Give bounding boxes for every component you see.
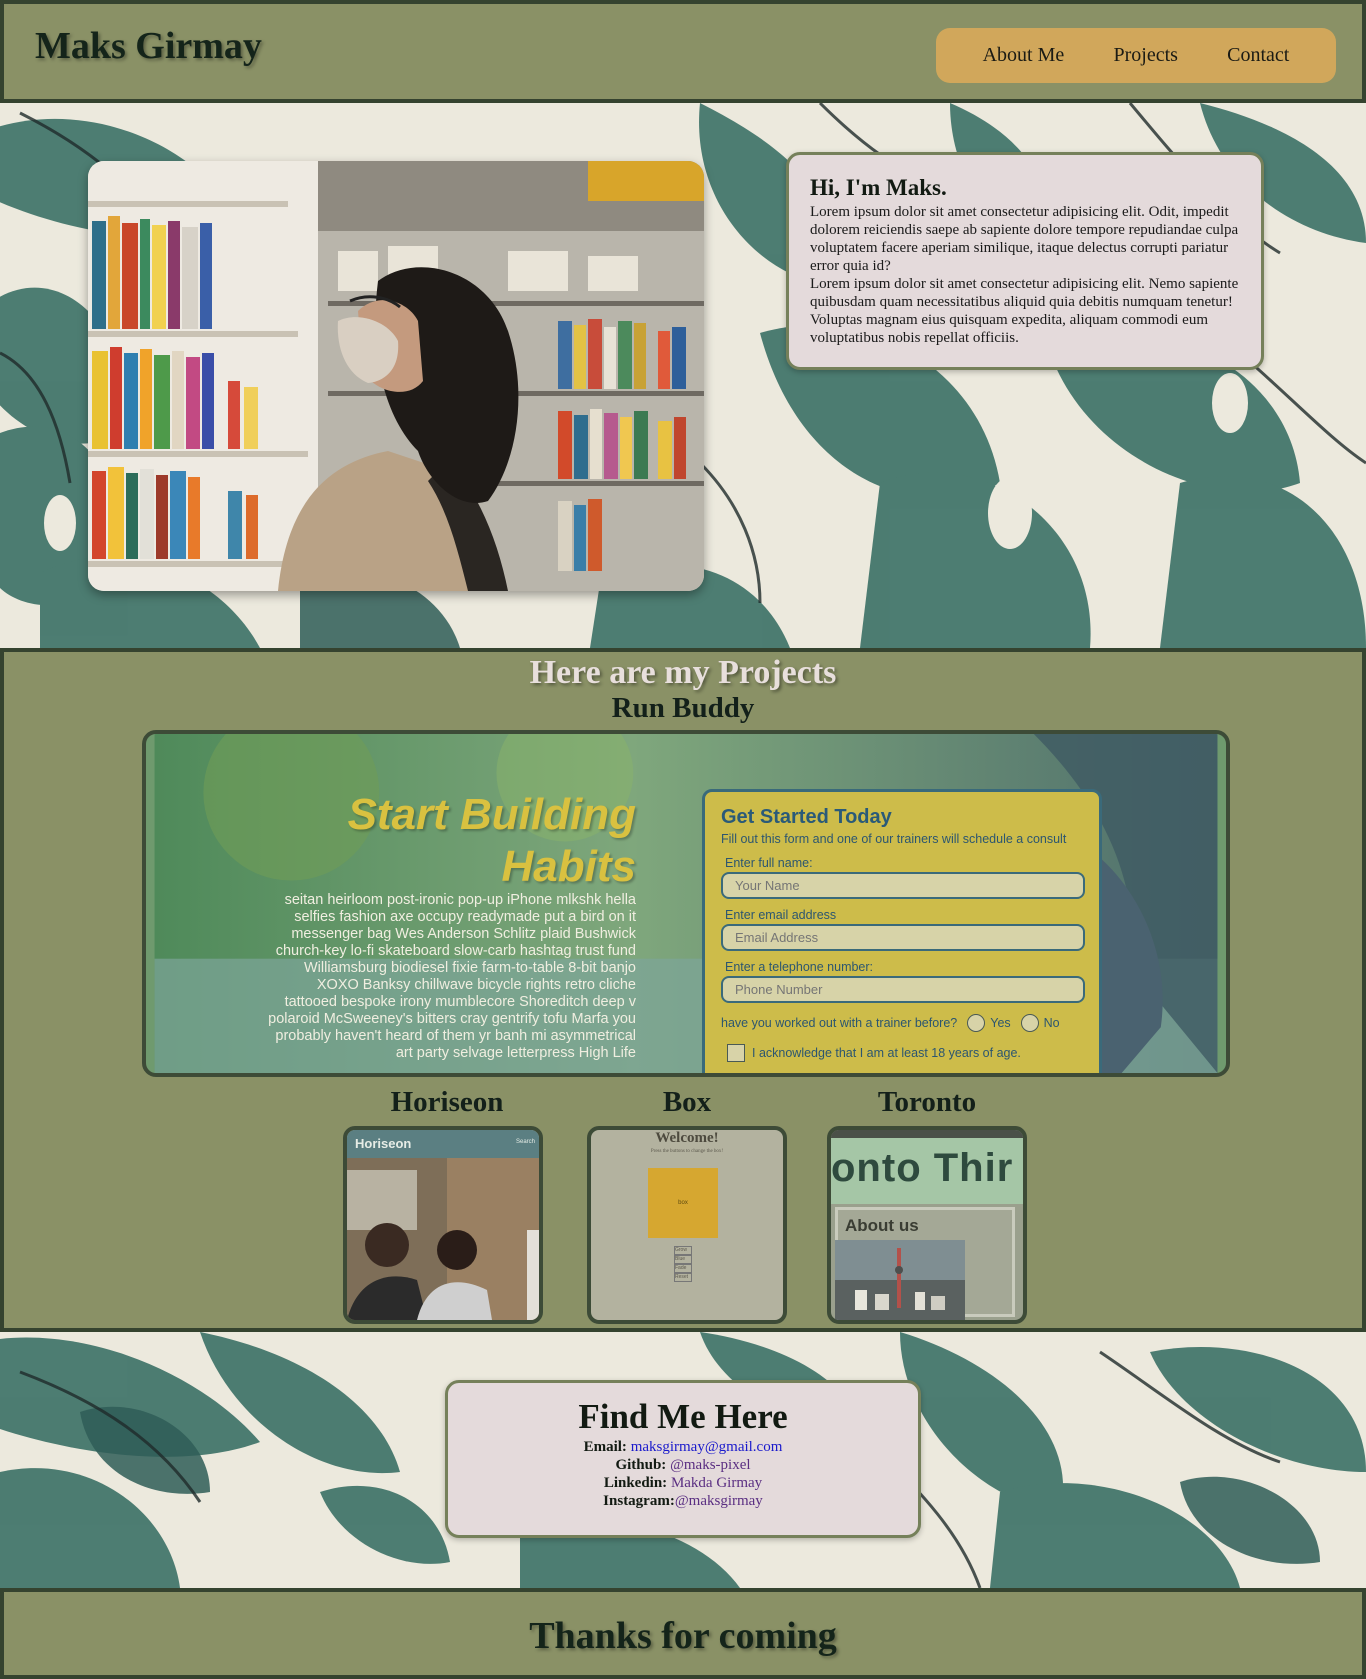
github-label: Github:	[615, 1457, 667, 1473]
trainer-question: have you worked out with a trainer befor…	[721, 1016, 958, 1030]
nav-about-me[interactable]: About Me	[983, 44, 1065, 67]
contact-linkedin-row: Linkedin: Makda Girmay	[448, 1474, 918, 1492]
toronto-skyline	[835, 1240, 965, 1320]
email-link[interactable]: maksgirmay@gmail.com	[631, 1439, 783, 1455]
about-paragraph-1: Lorem ipsum dolor sit amet consectetur a…	[810, 204, 1239, 274]
run-buddy-copy: seitan heirloom post-ironic pop-up iPhon…	[268, 892, 636, 1061]
portrait-photo	[88, 161, 704, 591]
box-buttons: Grow Blue Fade Reset	[674, 1246, 692, 1282]
trainer-question-row: have you worked out with a trainer befor…	[721, 1014, 1083, 1032]
main-nav: About Me Projects Contact	[936, 28, 1336, 83]
ack-checkbox[interactable]	[727, 1044, 745, 1062]
hero-section: Hi, I'm Maks. Lorem ipsum dolor sit amet…	[0, 103, 1366, 648]
contact-card: Find Me Here Email: maksgirmay@gmail.com…	[445, 1380, 921, 1538]
about-card: Hi, I'm Maks. Lorem ipsum dolor sit amet…	[786, 152, 1264, 370]
email-label: Enter email address	[725, 908, 837, 922]
toronto-about-label: About us	[845, 1216, 919, 1235]
headline-line-1: Start Building	[347, 790, 636, 839]
phone-label: Enter a telephone number:	[725, 960, 874, 974]
form-subtitle: Fill out this form and one of our traine…	[721, 832, 1067, 846]
featured-project-name: Run Buddy	[611, 692, 755, 724]
bookstore-photo	[88, 161, 704, 591]
no-label: No	[1043, 1016, 1060, 1030]
toronto-thumb-title: onto Thir	[831, 1146, 1014, 1190]
horiseon-thumb-nav: Search	[515, 1139, 535, 1145]
about-paragraph-2: Lorem ipsum dolor sit amet consectetur a…	[810, 276, 1239, 346]
yes-label: Yes	[990, 1016, 1011, 1030]
blue-button[interactable]: Blue	[674, 1255, 692, 1264]
horiseon-thumbnail[interactable]: Horiseon Search	[343, 1126, 543, 1324]
name-label: Enter full name:	[725, 856, 813, 870]
contact-section: Find Me Here Email: maksgirmay@gmail.com…	[0, 1332, 1366, 1588]
run-buddy-form: Get Started Today Fill out this form and…	[702, 789, 1102, 1073]
project-name-horiseon: Horiseon	[390, 1086, 504, 1118]
project-name-box: Box	[662, 1086, 712, 1118]
linkedin-label: Linkedin:	[603, 1475, 668, 1491]
box-thumb-subtitle: Press the buttons to change the box!	[650, 1149, 724, 1154]
site-header: Maks Girmay About Me Projects Contact	[0, 0, 1366, 103]
box-thumb-title: Welcome!	[655, 1130, 719, 1146]
ack-label: I acknowledge that I am at least 18 year…	[752, 1046, 1021, 1060]
run-buddy-headline: Start Building Habits	[316, 789, 636, 893]
projects-section: Here are my Projects Run Buddy Start Bui…	[0, 648, 1366, 1332]
no-radio[interactable]	[1020, 1014, 1039, 1032]
projects-title: Here are my Projects	[529, 654, 837, 691]
contact-github-row: Github: @maks-pixel	[448, 1456, 918, 1474]
horiseon-preview	[347, 1130, 539, 1320]
site-brand[interactable]: Maks Girmay	[35, 24, 262, 68]
email-field[interactable]	[721, 924, 1085, 951]
ack-row: I acknowledge that I am at least 18 year…	[727, 1044, 1083, 1062]
box-square: box	[648, 1168, 718, 1238]
about-title: Hi, I'm Maks.	[810, 175, 947, 200]
fade-button[interactable]: Fade	[674, 1264, 692, 1273]
form-title: Get Started Today	[721, 806, 892, 828]
toronto-thumbnail[interactable]: onto Thir About us	[827, 1126, 1027, 1324]
phone-field[interactable]	[721, 976, 1085, 1003]
contact-email-row: Email: maksgirmay@gmail.com	[448, 1438, 918, 1456]
linkedin-link[interactable]: Makda Girmay	[671, 1475, 762, 1491]
contact-title: Find Me Here	[578, 1397, 788, 1436]
box-thumbnail[interactable]: Welcome! Press the buttons to change the…	[587, 1126, 787, 1324]
yes-radio[interactable]	[967, 1014, 986, 1032]
nav-projects[interactable]: Projects	[1114, 44, 1178, 67]
reset-button[interactable]: Reset	[674, 1273, 692, 1282]
nav-contact[interactable]: Contact	[1227, 44, 1289, 67]
email-label: Email:	[583, 1439, 627, 1455]
project-name-toronto: Toronto	[877, 1086, 977, 1118]
grow-button[interactable]: Grow	[674, 1246, 692, 1255]
github-link[interactable]: @maks-pixel	[670, 1457, 750, 1473]
contact-instagram-row: Instagram:@maksgirmay	[448, 1492, 918, 1510]
footer-text: Thanks for coming	[529, 1615, 837, 1657]
toronto-topbar	[831, 1130, 1023, 1138]
instagram-label: Instagram:	[603, 1493, 675, 1509]
headline-line-2: Habits	[501, 842, 636, 891]
horiseon-thumb-title: Horiseon	[355, 1136, 412, 1151]
name-field[interactable]	[721, 872, 1085, 899]
site-footer: Thanks for coming	[0, 1588, 1366, 1679]
run-buddy-preview[interactable]: Start Building Habits seitan heirloom po…	[142, 730, 1230, 1077]
instagram-link[interactable]: @maksgirmay	[675, 1493, 763, 1509]
